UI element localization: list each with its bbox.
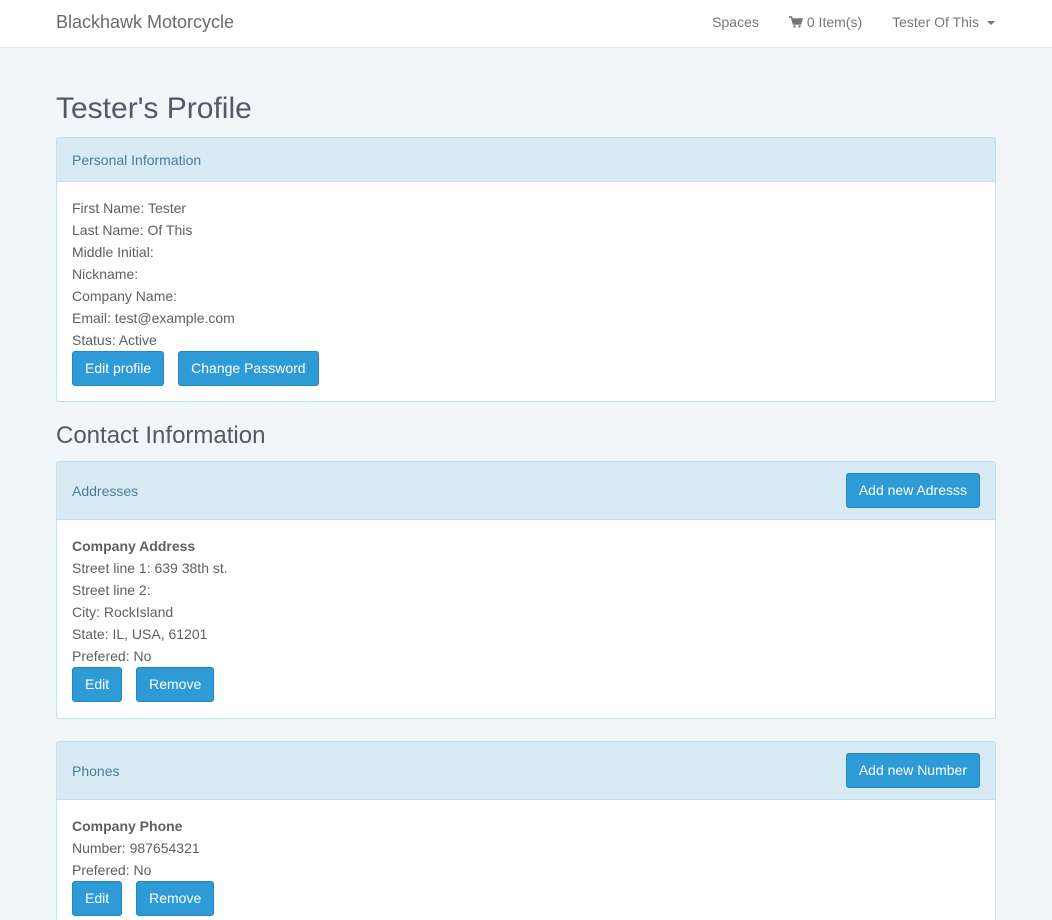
panel-body: First Name: Tester Last Name: Of This Mi… — [57, 182, 995, 401]
nav-spaces-link[interactable]: Spaces — [712, 14, 759, 30]
status-field: Status: Active — [72, 332, 157, 348]
personal-information-panel: Personal Information First Name: Tester … — [56, 137, 996, 402]
nav-spaces-label: Spaces — [712, 14, 759, 30]
remove-phone-button[interactable]: Remove — [136, 881, 215, 916]
phones-panel: Phones Add new Number Company Phone Numb… — [56, 741, 996, 920]
add-address-button[interactable]: Add new Adresss — [845, 473, 980, 508]
phone-number-field: Number: 987654321 — [72, 840, 200, 856]
panel-heading: Phones Add new Number — [57, 742, 995, 800]
edit-phone-button[interactable]: Edit — [72, 881, 123, 916]
street-line-2: Street line 2: — [72, 582, 151, 598]
edit-profile-button[interactable]: Edit profile — [72, 351, 165, 386]
email-field: Email: test@example.com — [72, 310, 235, 326]
remove-address-button[interactable]: Remove — [136, 667, 215, 702]
nav-right: Spaces 0 Item(s) Tester Of This — [712, 14, 995, 30]
address-actions: Edit Remove — [72, 667, 980, 702]
panel-heading: Personal Information — [57, 138, 995, 182]
personal-information-heading: Personal Information — [72, 151, 202, 168]
city-field: City: RockIsland — [72, 604, 174, 620]
profile-actions: Edit profile Change Password — [72, 351, 980, 386]
panel-body: Company Phone Number: 987654321 Prefered… — [57, 800, 995, 920]
edit-address-button[interactable]: Edit — [72, 667, 123, 702]
nav-cart-link[interactable]: 0 Item(s) — [788, 14, 863, 30]
brand-link[interactable]: Blackhawk Motorcycle — [56, 12, 234, 33]
nav-user-label: Tester Of This — [892, 14, 979, 30]
add-number-button[interactable]: Add new Number — [845, 753, 980, 788]
phone-actions: Edit Remove — [72, 881, 980, 916]
state-field: State: IL, USA, 61201 — [72, 626, 208, 642]
change-password-button[interactable]: Change Password — [178, 351, 319, 386]
nav-user-dropdown[interactable]: Tester Of This — [892, 14, 995, 30]
page-title: Tester's Profile — [56, 92, 252, 125]
contact-information-title: Contact Information — [56, 422, 266, 449]
street-line-1: Street line 1: 639 38th st. — [72, 560, 228, 576]
nickname-field: Nickname: — [72, 266, 139, 282]
last-name-field: Last Name: Of This — [72, 222, 193, 238]
navbar: Blackhawk Motorcycle Spaces 0 Item(s) Te… — [0, 0, 1052, 48]
phone-title: Company Phone — [72, 818, 183, 834]
address-preferred-field: Prefered: No — [72, 648, 152, 664]
nav-cart-label: 0 Item(s) — [806, 14, 863, 30]
addresses-heading: Addresses — [72, 482, 139, 499]
address-title: Company Address — [72, 538, 196, 554]
addresses-panel: Addresses Add new Adresss Company Addres… — [56, 461, 996, 719]
shopping-cart-icon — [788, 16, 803, 28]
middle-initial-field: Middle Initial: — [72, 244, 154, 260]
phone-preferred-field: Prefered: No — [72, 862, 152, 878]
panel-heading: Addresses Add new Adresss — [57, 462, 995, 520]
panel-body: Company Address Street line 1: 639 38th … — [57, 520, 995, 717]
phones-heading: Phones — [72, 762, 120, 779]
caret-down-icon — [987, 21, 995, 25]
company-name-field: Company Name: — [72, 288, 178, 304]
first-name-field: First Name: Tester — [72, 200, 187, 216]
